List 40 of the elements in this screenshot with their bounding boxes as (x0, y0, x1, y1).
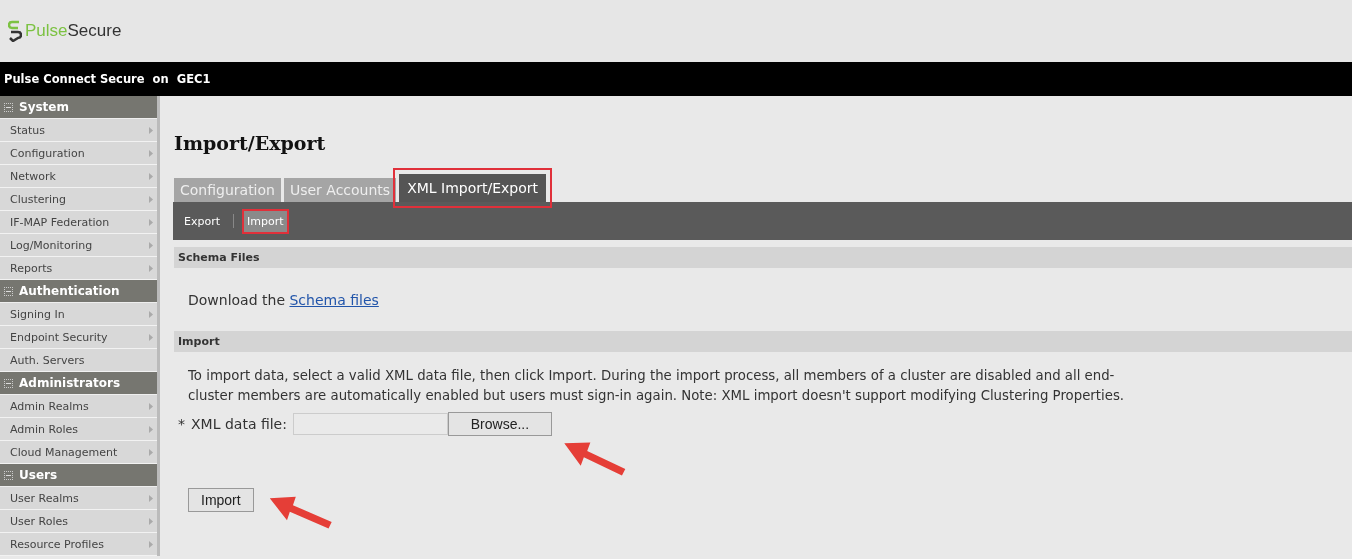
submenu-arrow-icon (149, 425, 153, 433)
submenu-arrow-icon (149, 264, 153, 272)
submenu-arrow-icon (149, 172, 153, 180)
submenu-arrow-icon (149, 333, 153, 341)
file-path-field[interactable] (292, 413, 448, 435)
section-header: Schema Files (174, 247, 1352, 268)
field-label: XML data file: (191, 416, 287, 432)
section-header: Import (174, 331, 1352, 352)
top-bar-separator: on (152, 72, 169, 86)
subtab[interactable]: Export (179, 208, 225, 234)
submenu-arrow-icon (149, 494, 153, 502)
submenu-arrow-icon (149, 540, 153, 548)
page-title: Import/Export (174, 132, 327, 154)
submenu-arrow-icon (149, 149, 153, 157)
submenu-arrow-icon (149, 517, 153, 525)
product-name: Pulse Connect Secure (4, 72, 145, 86)
collapse-icon[interactable] (4, 470, 13, 480)
submenu-arrow-icon (149, 195, 153, 203)
submenu-arrow-icon (149, 402, 153, 410)
sidebar-section-header[interactable]: Administrators (0, 372, 157, 395)
browse-button[interactable]: Browse... (447, 412, 552, 436)
submenu-arrow-icon (149, 310, 153, 318)
submenu-arrow-icon (149, 448, 153, 456)
collapse-icon[interactable] (4, 286, 13, 296)
schema-files-link[interactable]: Schema files (289, 292, 379, 308)
logo-text: PulseSecure (25, 21, 122, 41)
collapse-icon[interactable] (4, 378, 13, 388)
logo-icon (8, 20, 22, 42)
sidebar-section-header[interactable]: Users (0, 464, 157, 487)
submenu-arrow-icon (149, 126, 153, 134)
download-text: Download the (188, 292, 285, 308)
required-mark: * (178, 416, 185, 432)
import-description: To import data, select a valid XML data file, then click Import. During the import process, all members of a cluster are disabled and all end- cluster members are automatically enabled but users must sign-in again. Note: XML import doesn't support modifying Clustering Properties. (187, 367, 1126, 405)
submenu-arrow-icon (149, 218, 153, 226)
host-name: GEC1 (176, 72, 211, 86)
sidebar-section-header[interactable]: Authentication (0, 280, 157, 303)
collapse-icon[interactable] (4, 102, 13, 112)
import-button[interactable]: Import (188, 488, 254, 512)
submenu-arrow-icon (149, 241, 153, 249)
sidebar-section-header[interactable]: System (0, 96, 157, 119)
